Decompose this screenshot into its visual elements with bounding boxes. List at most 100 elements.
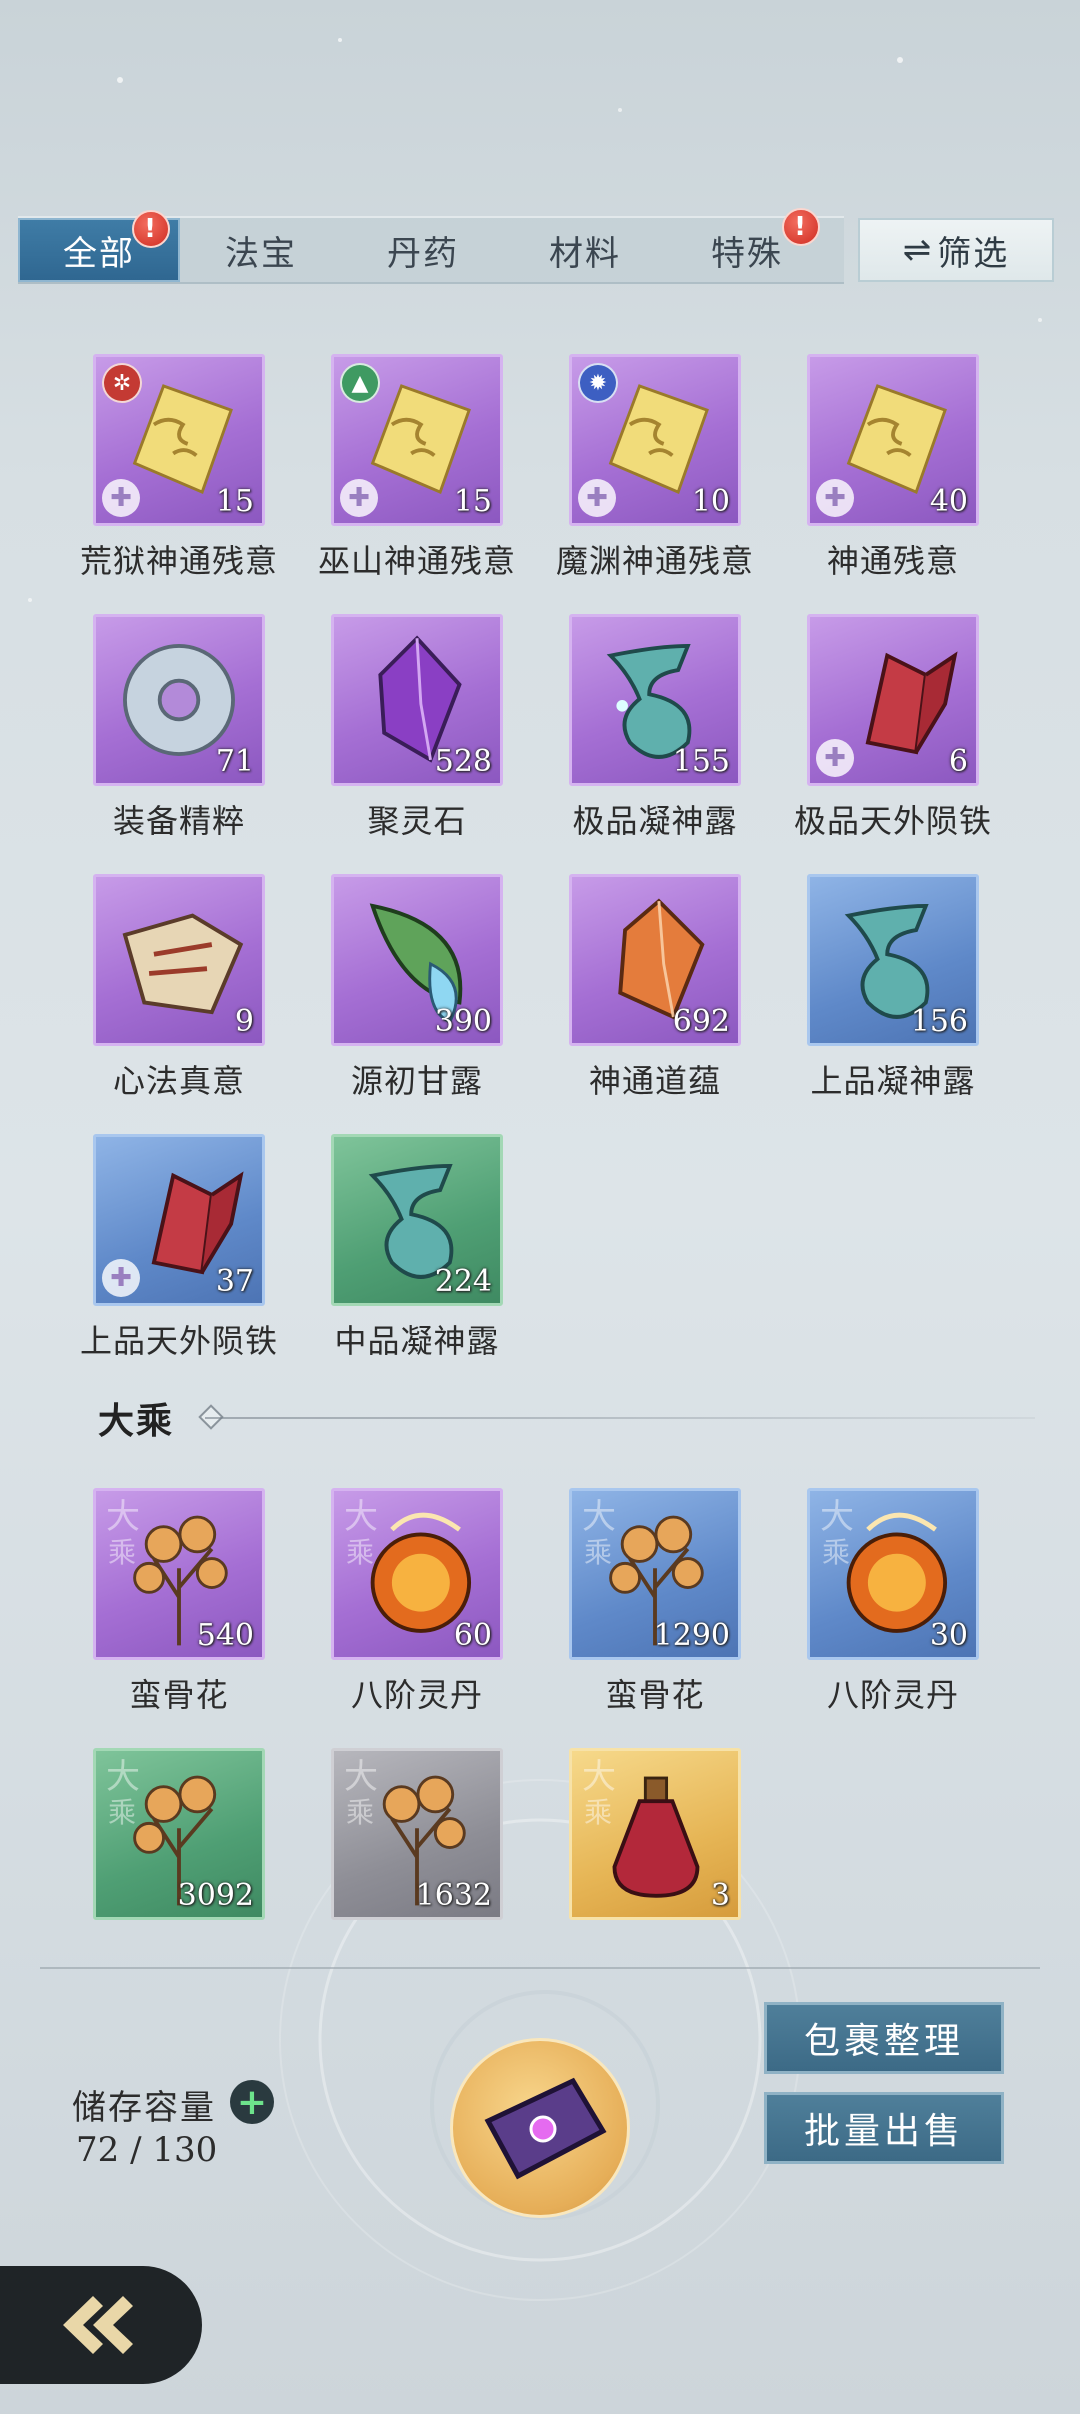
item-name: 蛮骨花 [129,1676,229,1714]
inventory-item[interactable]: 528 聚灵石 [278,614,518,854]
tab-all[interactable]: 全部 ! [18,210,180,282]
storage-capacity-value: 72 / 130 [76,2130,218,2170]
item-name: 聚灵石 [367,802,467,840]
tab-pills-label: 丹药 [387,233,459,274]
puzzle-piece-icon: ✚ [578,479,616,517]
item-quantity: 30 [929,1618,968,1653]
item-tile: ▲ ✚ 15 [331,354,503,526]
item-quantity: 40 [929,484,968,519]
item-name: 蛮骨花 [605,1676,705,1714]
item-quantity: 15 [453,484,492,519]
item-name: 心法真意 [112,1062,245,1100]
inventory-item[interactable]: 224 中品凝神露 [278,1134,518,1374]
item-quantity: 10 [691,484,730,519]
puzzle-piece-icon: ✚ [102,1259,140,1297]
inventory-item[interactable]: 390 源初甘露 [278,874,518,1114]
inventory-item[interactable]: 9 心法真意 [40,874,280,1114]
item-tile: 692 [569,874,741,1046]
inventory-item[interactable]: ✚ 6 极品天外陨铁 [754,614,994,854]
item-tile: ✚ 40 [807,354,979,526]
inventory-item[interactable]: 大乘 60 八阶灵丹 [278,1488,518,1728]
item-tile: ✲ ✚ 15 [93,354,265,526]
puzzle-piece-icon: ✚ [340,479,378,517]
storage-bag-button[interactable] [450,2038,630,2218]
item-tile: 大乘 540 [93,1488,265,1660]
bottom-divider [40,1967,1040,1969]
item-tile: 9 [93,874,265,1046]
puzzle-piece-icon: ✚ [816,479,854,517]
inventory-item[interactable]: ✚ 40 神通残意 [754,354,994,594]
purple-pouch-icon [484,2077,607,2180]
item-tile: 155 [569,614,741,786]
notification-badge-icon: ! [782,208,820,246]
item-tile: ✹ ✚ 10 [569,354,741,526]
inventory-item[interactable]: 大乘 1290 蛮骨花 [516,1488,756,1728]
section-divider [205,1417,1035,1419]
inventory-item[interactable]: 156 上品凝神露 [754,874,994,1114]
inventory-item[interactable]: ✹ ✚ 10 魔渊神通残意 [516,354,756,594]
batch-sell-button[interactable]: 批量出售 [764,2092,1004,2164]
item-quantity: 60 [453,1618,492,1653]
item-tile: 大乘 30 [807,1488,979,1660]
item-tile: 大乘 3 [569,1748,741,1920]
inventory-item[interactable]: ▲ ✚ 15 巫山神通残意 [278,354,518,594]
item-quantity: 224 [434,1264,492,1299]
item-tile: 156 [807,874,979,1046]
item-quantity: 528 [434,744,492,779]
inventory-item[interactable]: 大乘 3092 [40,1748,280,1988]
inventory-item[interactable]: ✲ ✚ 15 荒狱神通残意 [40,354,280,594]
red-seal-emblem-icon: ✲ [102,363,142,403]
item-name: 源初甘露 [350,1062,483,1100]
sort-bag-button[interactable]: 包裹整理 [764,2002,1004,2074]
item-name: 上品凝神露 [810,1062,976,1100]
item-quantity: 692 [672,1004,730,1039]
puzzle-piece-icon: ✚ [816,739,854,777]
inventory-item[interactable]: 155 极品凝神露 [516,614,756,854]
item-quantity: 3 [710,1878,730,1913]
item-tile: 528 [331,614,503,786]
item-tile: 224 [331,1134,503,1306]
item-name: 上品天外陨铁 [79,1322,278,1360]
item-tile: 71 [93,614,265,786]
item-tile: 大乘 1632 [331,1748,503,1920]
item-quantity: 71 [215,744,254,779]
tab-materials-label: 材料 [549,233,621,274]
inventory-item[interactable]: 71 装备精粹 [40,614,280,854]
item-quantity: 1632 [415,1878,492,1913]
item-name: 荒狱神通残意 [79,542,278,580]
tab-special[interactable]: 特殊 ! [666,208,828,282]
inventory-item[interactable]: ✚ 37 上品天外陨铁 [40,1134,280,1374]
inventory-item[interactable]: 大乘 1632 [278,1748,518,1988]
item-quantity: 156 [910,1004,968,1039]
item-name: 八阶灵丹 [350,1676,483,1714]
item-tile: ✚ 37 [93,1134,265,1306]
filter-button-label: 筛选 [937,233,1010,274]
item-quantity: 1290 [653,1618,730,1653]
item-name: 极品凝神露 [572,802,738,840]
expand-storage-plus-icon[interactable]: + [230,2080,274,2124]
tab-pills[interactable]: 丹药 [342,218,504,282]
item-quantity: 3092 [177,1878,254,1913]
item-quantity: 37 [215,1264,254,1299]
tab-materials[interactable]: 材料 [504,218,666,282]
filter-button[interactable]: ⇌ 筛选 [858,218,1054,282]
item-quantity: 390 [434,1004,492,1039]
item-quantity: 6 [948,744,968,779]
inventory-item[interactable]: 大乘 3 [516,1748,756,1988]
inventory-item[interactable]: 大乘 30 八阶灵丹 [754,1488,994,1728]
notification-badge-icon: ! [132,210,170,248]
inventory-item[interactable]: 692 神通道蕴 [516,874,756,1114]
tab-special-label: 特殊 [711,233,783,274]
item-quantity: 9 [234,1004,254,1039]
swap-arrows-icon: ⇌ [902,230,934,270]
inventory-item[interactable]: 大乘 540 蛮骨花 [40,1488,280,1728]
item-tile: ✚ 6 [807,614,979,786]
item-name: 装备精粹 [112,802,245,840]
item-tile: 大乘 3092 [93,1748,265,1920]
back-button[interactable] [0,2266,202,2384]
tab-treasure[interactable]: 法宝 [180,218,342,282]
item-quantity: 540 [196,1618,254,1653]
item-tile: 大乘 1290 [569,1488,741,1660]
item-name: 八阶灵丹 [826,1676,959,1714]
item-name: 魔渊神通残意 [555,542,754,580]
